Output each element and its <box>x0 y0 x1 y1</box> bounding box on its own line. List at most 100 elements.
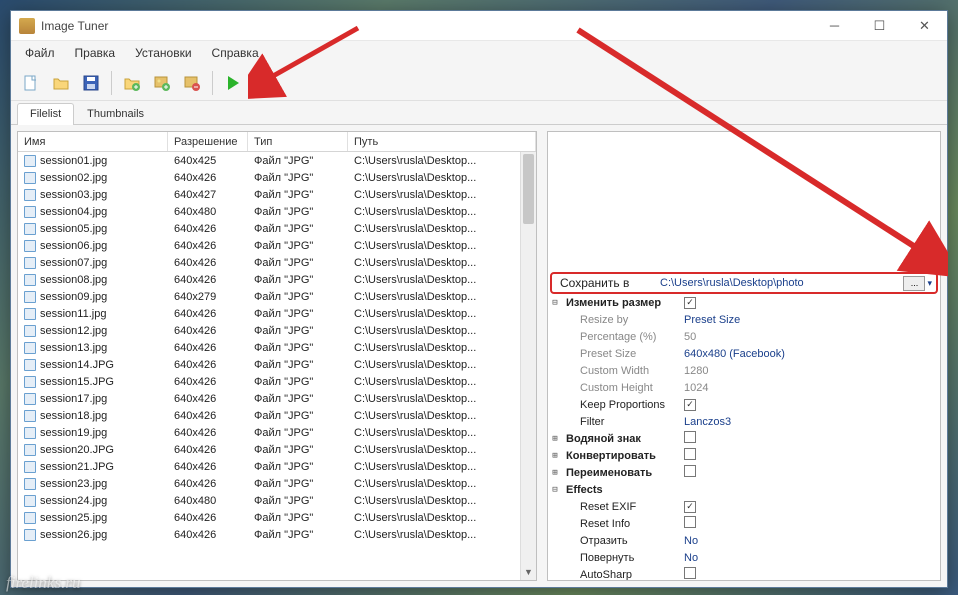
collapse-icon[interactable]: ⊟ <box>548 298 562 308</box>
scroll-thumb[interactable] <box>523 154 534 224</box>
file-path: C:\Users\rusla\Desktop... <box>348 274 520 286</box>
add-folder-button[interactable] <box>118 69 146 97</box>
menu-help[interactable]: Справка <box>202 43 269 63</box>
group-rename[interactable]: ⊞ Переименовать <box>548 464 940 481</box>
menubar: Файл Правка Установки Справка <box>11 41 947 65</box>
close-button[interactable]: ✕ <box>902 11 947 40</box>
remove-image-button[interactable] <box>178 69 206 97</box>
minimize-button[interactable]: ─ <box>812 11 857 40</box>
prop-custom-width[interactable]: Custom Width 1280 <box>548 362 940 379</box>
table-row[interactable]: session05.jpg640x426Файл "JPG"C:\Users\r… <box>18 220 520 237</box>
table-row[interactable]: session02.jpg640x426Файл "JPG"C:\Users\r… <box>18 169 520 186</box>
prop-rotate[interactable]: Повернуть No <box>548 549 940 566</box>
prop-reset-info[interactable]: Reset Info <box>548 515 940 532</box>
reset-exif-checkbox[interactable]: ✓ <box>684 501 696 513</box>
table-row[interactable]: session20.JPG640x426Файл "JPG"C:\Users\r… <box>18 441 520 458</box>
table-row[interactable]: session09.jpg640x279Файл "JPG"C:\Users\r… <box>18 288 520 305</box>
column-type[interactable]: Тип <box>248 132 348 151</box>
keep-proportions-checkbox[interactable]: ✓ <box>684 399 696 411</box>
app-window: Image Tuner ─ ☐ ✕ Файл Правка Установки … <box>10 10 948 588</box>
table-row[interactable]: session08.jpg640x426Файл "JPG"C:\Users\r… <box>18 271 520 288</box>
group-effects[interactable]: ⊟ Effects <box>548 481 940 498</box>
resize-checkbox[interactable]: ✓ <box>684 297 696 309</box>
new-button[interactable] <box>17 69 45 97</box>
prop-flip[interactable]: Отразить No <box>548 532 940 549</box>
open-button[interactable] <box>47 69 75 97</box>
vertical-scrollbar[interactable]: ▲ ▼ <box>520 152 536 580</box>
prop-resize-by[interactable]: Resize by Preset Size <box>548 311 940 328</box>
main-split: Имя Разрешение Тип Путь session01.jpg640… <box>11 125 947 587</box>
table-row[interactable]: session23.jpg640x426Файл "JPG"C:\Users\r… <box>18 475 520 492</box>
file-path: C:\Users\rusla\Desktop... <box>348 461 520 473</box>
table-row[interactable]: session06.jpg640x426Файл "JPG"C:\Users\r… <box>18 237 520 254</box>
prop-autosharp[interactable]: AutoSharp <box>548 566 940 581</box>
toolbar <box>11 65 947 101</box>
table-row[interactable]: session24.jpg640x480Файл "JPG"C:\Users\r… <box>18 492 520 509</box>
table-row[interactable]: session26.jpg640x426Файл "JPG"C:\Users\r… <box>18 526 520 543</box>
menu-edit[interactable]: Правка <box>65 43 126 63</box>
file-path: C:\Users\rusla\Desktop... <box>348 189 520 201</box>
table-row[interactable]: session19.jpg640x426Файл "JPG"C:\Users\r… <box>18 424 520 441</box>
expand-icon[interactable]: ⊞ <box>548 434 562 444</box>
prop-filter[interactable]: Filter Lanczos3 <box>548 413 940 430</box>
collapse-icon[interactable]: ⊟ <box>548 485 562 495</box>
table-row[interactable]: session18.jpg640x426Файл "JPG"C:\Users\r… <box>18 407 520 424</box>
tab-filelist[interactable]: Filelist <box>17 103 74 124</box>
file-name: session25.jpg <box>40 512 107 524</box>
menu-file[interactable]: Файл <box>15 43 65 63</box>
column-path[interactable]: Путь <box>348 132 536 151</box>
scroll-down-icon[interactable]: ▼ <box>521 564 536 580</box>
table-row[interactable]: session11.jpg640x426Файл "JPG"C:\Users\r… <box>18 305 520 322</box>
file-type: Файл "JPG" <box>248 274 348 286</box>
column-resolution[interactable]: Разрешение <box>168 132 248 151</box>
autosharp-checkbox[interactable] <box>684 567 696 579</box>
table-row[interactable]: session15.JPG640x426Файл "JPG"C:\Users\r… <box>18 373 520 390</box>
prop-reset-exif[interactable]: Reset EXIF ✓ <box>548 498 940 515</box>
table-row[interactable]: session07.jpg640x426Файл "JPG"C:\Users\r… <box>18 254 520 271</box>
file-path: C:\Users\rusla\Desktop... <box>348 376 520 388</box>
table-row[interactable]: session17.jpg640x426Файл "JPG"C:\Users\r… <box>18 390 520 407</box>
left-pane: Имя Разрешение Тип Путь session01.jpg640… <box>11 125 541 587</box>
group-convert[interactable]: ⊞ Конвертировать <box>548 447 940 464</box>
rename-checkbox[interactable] <box>684 465 696 477</box>
group-watermark[interactable]: ⊞ Водяной знак <box>548 430 940 447</box>
file-res: 640x279 <box>168 291 248 303</box>
table-row[interactable]: session14.JPG640x426Файл "JPG"C:\Users\r… <box>18 356 520 373</box>
save-in-value[interactable]: C:\Users\rusla\Desktop\photo <box>660 277 899 289</box>
prop-keep-proportions[interactable]: Keep Proportions ✓ <box>548 396 940 413</box>
table-row[interactable]: session13.jpg640x426Файл "JPG"C:\Users\r… <box>18 339 520 356</box>
tab-thumbnails[interactable]: Thumbnails <box>74 103 157 124</box>
table-row[interactable]: session03.jpg640x427Файл "JPG"C:\Users\r… <box>18 186 520 203</box>
add-image-button[interactable] <box>148 69 176 97</box>
expand-icon[interactable]: ⊞ <box>548 451 562 461</box>
toolbar-separator <box>111 71 112 95</box>
file-icon <box>24 410 36 422</box>
convert-checkbox[interactable] <box>684 448 696 460</box>
expand-icon[interactable]: ⊞ <box>548 468 562 478</box>
menu-settings[interactable]: Установки <box>125 43 201 63</box>
prop-preset-size[interactable]: Preset Size 640x480 (Facebook) <box>548 345 940 362</box>
watermark-checkbox[interactable] <box>684 431 696 443</box>
group-resize[interactable]: ⊟ Изменить размер ✓ <box>548 294 940 311</box>
browse-button[interactable]: ... <box>903 276 925 291</box>
column-name[interactable]: Имя <box>18 132 168 151</box>
table-row[interactable]: session21.JPG640x426Файл "JPG"C:\Users\r… <box>18 458 520 475</box>
prop-percentage[interactable]: Percentage (%) 50 <box>548 328 940 345</box>
save-button[interactable] <box>77 69 105 97</box>
file-icon <box>24 461 36 473</box>
file-type: Файл "JPG" <box>248 257 348 269</box>
file-res: 640x426 <box>168 512 248 524</box>
file-res: 640x426 <box>168 325 248 337</box>
run-button[interactable] <box>219 69 247 97</box>
table-row[interactable]: session12.jpg640x426Файл "JPG"C:\Users\r… <box>18 322 520 339</box>
maximize-button[interactable]: ☐ <box>857 11 902 40</box>
prop-custom-height[interactable]: Custom Height 1024 <box>548 379 940 396</box>
dropdown-icon[interactable]: ▾ <box>927 278 932 289</box>
reset-info-checkbox[interactable] <box>684 516 696 528</box>
table-header: Имя Разрешение Тип Путь <box>18 132 536 152</box>
table-row[interactable]: session01.jpg640x425Файл "JPG"C:\Users\r… <box>18 152 520 169</box>
table-row[interactable]: session04.jpg640x480Файл "JPG"C:\Users\r… <box>18 203 520 220</box>
file-icon <box>24 274 36 286</box>
file-path: C:\Users\rusla\Desktop... <box>348 223 520 235</box>
table-row[interactable]: session25.jpg640x426Файл "JPG"C:\Users\r… <box>18 509 520 526</box>
